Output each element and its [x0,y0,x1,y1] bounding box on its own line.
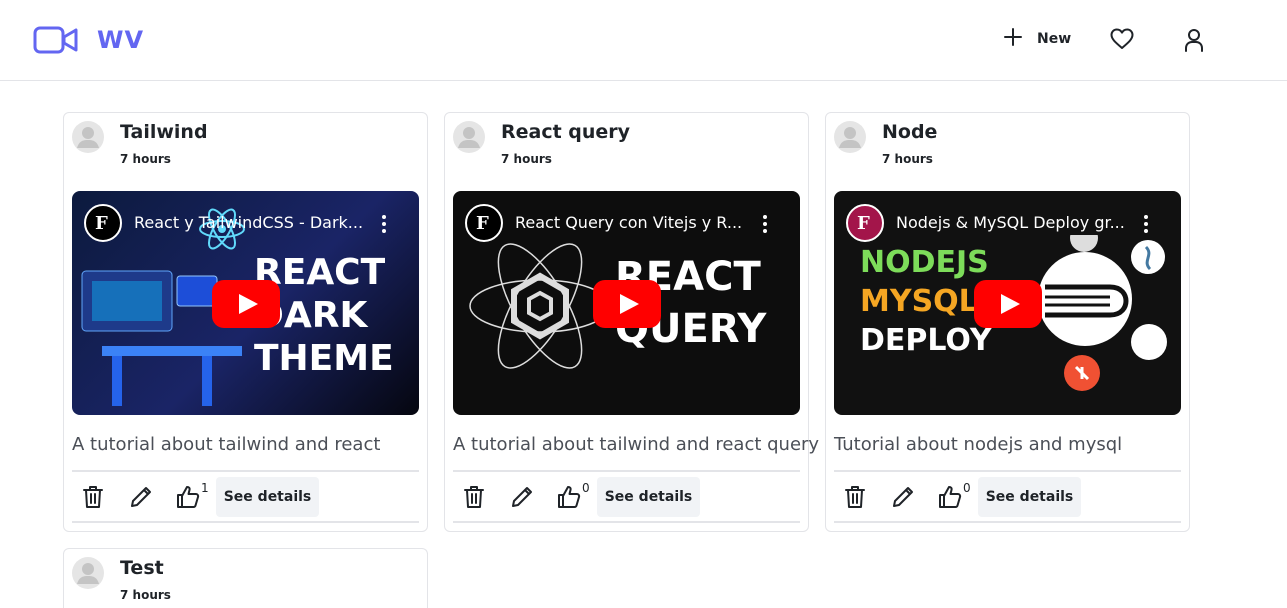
logo[interactable]: WV [33,25,144,55]
user-icon[interactable] [1183,28,1205,56]
avatar [72,557,104,589]
trash-icon[interactable] [82,485,104,513]
post-title[interactable]: Tailwind [120,121,208,143]
post-actions: 1 See details [72,475,419,517]
video-title[interactable]: React Query con Vitejs y R... [515,213,755,232]
video-embed[interactable]: NODEJS MYSQL DEPLOY F Nodejs & MySQL Dep… [834,191,1181,415]
divider [453,521,800,523]
post-time: 7 hours [882,152,933,166]
avatar [834,121,866,153]
thumbs-up-icon[interactable] [557,485,581,513]
brand-name: WV [97,26,145,54]
new-post-label: New [1037,31,1072,47]
like-count: 1 [201,481,209,495]
more-options-icon[interactable] [1144,215,1148,236]
plus-icon [1003,27,1023,51]
post-description: Tutorial about nodejs and mysql [834,434,1123,455]
see-details-button[interactable]: See details [597,477,700,517]
post-actions: 0 See details [453,475,800,517]
divider [72,521,419,523]
video-camera-icon [33,25,79,55]
pencil-icon[interactable] [891,485,915,513]
thumb-text-line-3: THEME [254,338,394,379]
post-title[interactable]: React query [501,121,630,143]
thumbs-up-icon[interactable] [938,485,962,513]
channel-avatar[interactable]: F [846,204,884,242]
thumb-text-line-2: MYSQL [860,284,978,319]
navbar: WV New [0,0,1287,81]
post-time: 7 hours [120,152,171,166]
divider [72,470,419,472]
post-title[interactable]: Test [120,557,164,579]
video-title[interactable]: React y TailwindCSS - Dark... [134,213,374,232]
post-description: A tutorial about tailwind and react [72,434,381,455]
post-card: Tailwind 7 hours REACT DARK THEME F Reac… [63,112,428,532]
pencil-icon[interactable] [129,485,153,513]
avatar [72,121,104,153]
trash-icon[interactable] [844,485,866,513]
like-count: 0 [582,481,590,495]
see-details-button[interactable]: See details [978,477,1081,517]
video-embed[interactable]: REACT DARK THEME F React y TailwindCSS -… [72,191,419,415]
youtube-play-icon[interactable] [212,280,280,328]
new-post-button[interactable]: New [1003,27,1071,51]
post-description: A tutorial about tailwind and react quer… [453,434,820,455]
post-time: 7 hours [120,588,171,602]
pencil-icon[interactable] [510,485,534,513]
youtube-play-icon[interactable] [974,280,1042,328]
divider [834,470,1181,472]
like-count: 0 [963,481,971,495]
heart-icon[interactable] [1110,28,1134,54]
video-title[interactable]: Nodejs & MySQL Deploy gr... [896,213,1136,232]
thumbs-up-icon[interactable] [176,485,200,513]
more-options-icon[interactable] [763,215,767,236]
post-card: Test 7 hours [63,548,428,608]
see-details-button[interactable]: See details [216,477,319,517]
post-time: 7 hours [501,152,552,166]
post-card: Node 7 hours NODEJS MYSQL DEPLOY F Nodej… [825,112,1190,532]
post-card: React query 7 hours REACT QUERY F React … [444,112,819,532]
avatar [453,121,485,153]
post-actions: 0 See details [834,475,1181,517]
thumb-text-line-3: DEPLOY [860,323,992,358]
divider [834,521,1181,523]
more-options-icon[interactable] [382,215,386,236]
video-embed[interactable]: REACT QUERY F React Query con Vitejs y R… [453,191,800,415]
thumb-text-line-1: NODEJS [860,245,989,280]
trash-icon[interactable] [463,485,485,513]
channel-avatar[interactable]: F [84,204,122,242]
youtube-play-icon[interactable] [593,280,661,328]
divider [453,470,800,472]
post-title[interactable]: Node [882,121,937,143]
channel-avatar[interactable]: F [465,204,503,242]
